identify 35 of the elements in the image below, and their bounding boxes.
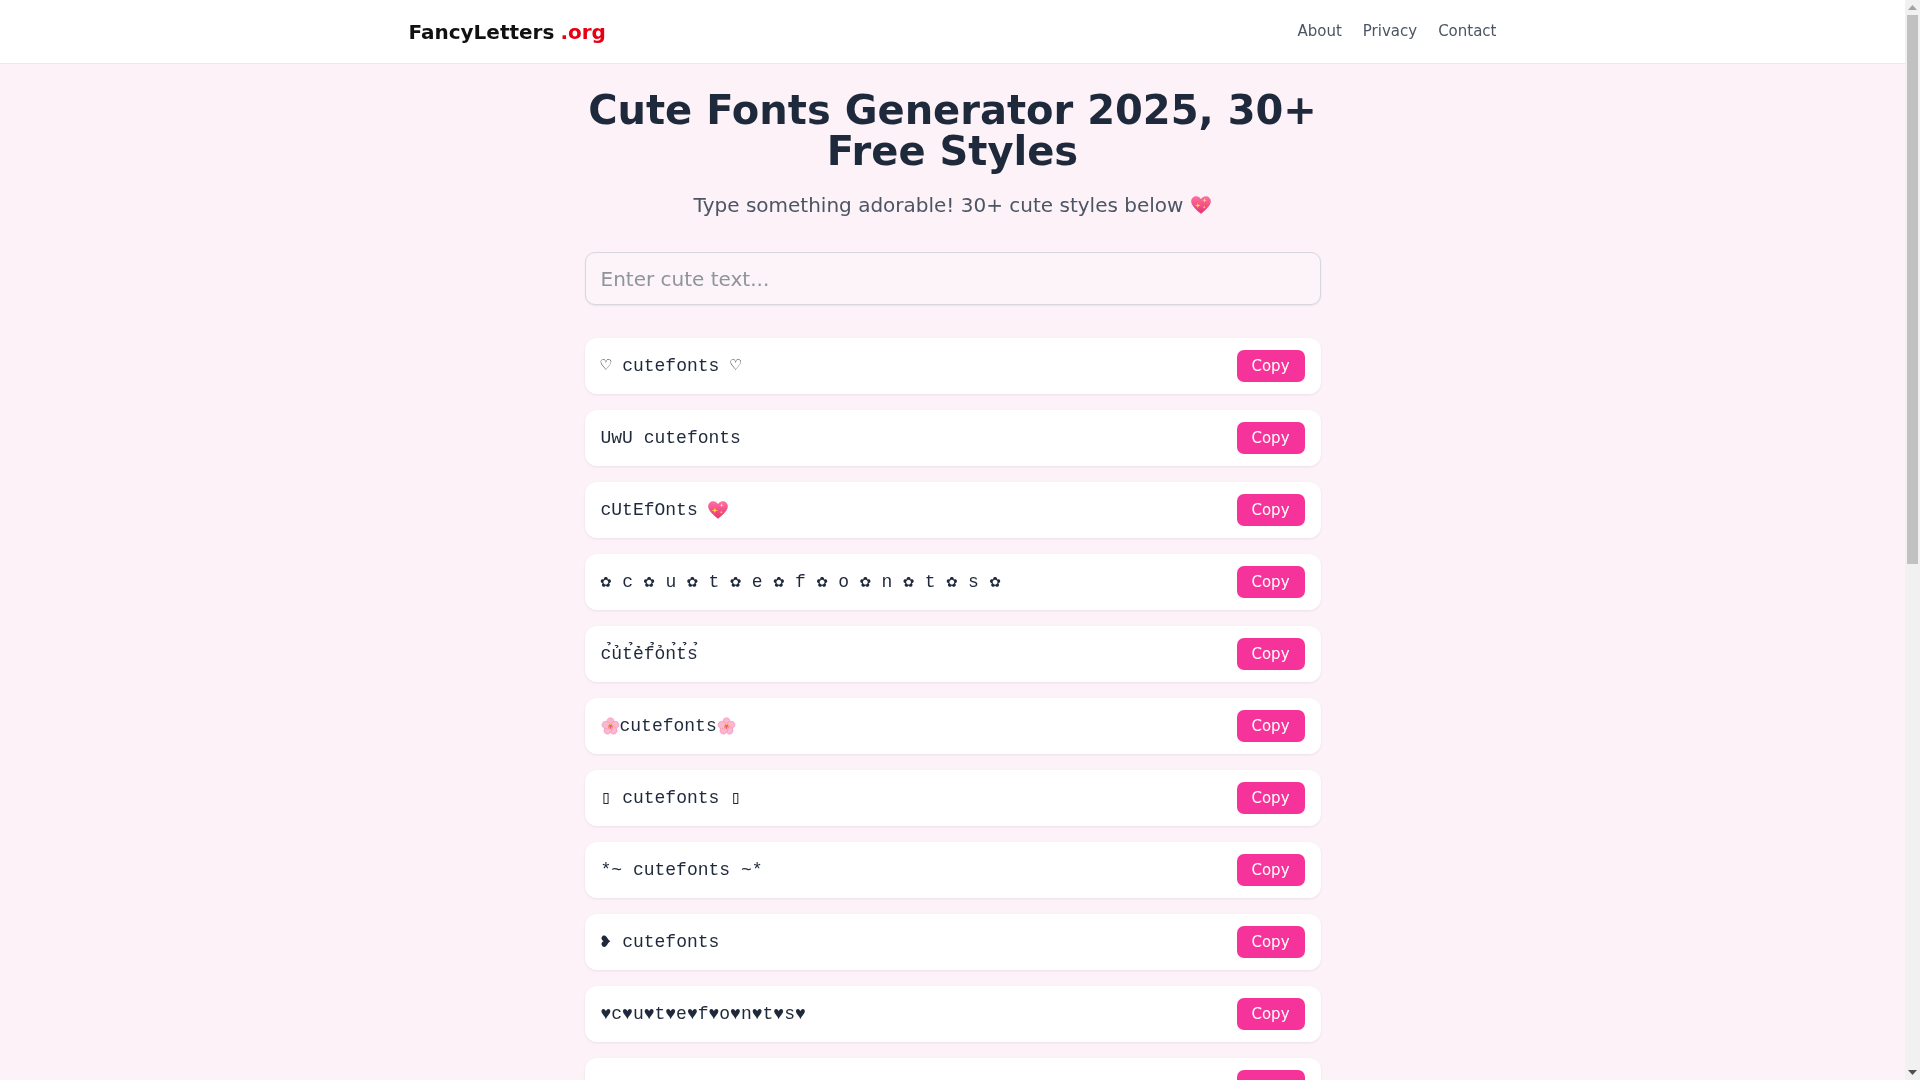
cherry-blossom-icon	[600, 716, 620, 736]
copy-button[interactable]: Copy	[1236, 710, 1305, 742]
copy-button[interactable]: Copy	[1236, 350, 1305, 382]
copy-button[interactable]: Copy	[1236, 998, 1305, 1030]
style-preview-text: ♥c♥u♥t♥e♥f♥o♥n♥t♥s♥	[600, 1002, 806, 1026]
style-preview-text: ❥ cutefonts	[600, 930, 720, 954]
copy-button[interactable]: Copy	[1236, 638, 1305, 670]
style-preview-text: ♡ cutefonts ♡	[600, 354, 741, 378]
scroll-down-icon[interactable]	[1908, 1070, 1917, 1075]
style-preview-text: *~ cutefonts ~*	[600, 858, 763, 882]
scroll-up-icon[interactable]	[1908, 5, 1917, 10]
style-preview-text: UwU cutefonts	[600, 426, 741, 450]
site-logo-link[interactable]: FancyLetters .org	[408, 16, 606, 47]
style-preview-text: ▯ cutefonts ▯	[600, 786, 741, 810]
scrollbar[interactable]	[1905, 0, 1920, 1080]
text-input-field[interactable]: Enter cute text...	[584, 252, 1321, 305]
copy-button[interactable]: Copy	[1236, 494, 1305, 526]
sparkling-heart-icon	[707, 500, 728, 520]
copy-button[interactable]: Copy	[1236, 854, 1305, 886]
page-title: Cute Fonts Generator 2025, 30+ Free Styles	[587, 90, 1318, 172]
copy-button[interactable]: Copy	[1236, 566, 1305, 598]
sparkling-heart-icon	[1191, 195, 1212, 215]
style-preview-text: ✿ c ✿ u ✿ t ✿ e ✿ f ✿ o ✿ n ✿ t ✿ s ✿	[600, 570, 1001, 594]
copy-button[interactable]: Copy	[1236, 422, 1305, 454]
scrollbar-thumb[interactable]	[1907, 15, 1918, 564]
style-preview-text: c̉ủt̉ẻf̉ỏn̉t̉s̉	[600, 641, 698, 666]
nav-link[interactable]: About	[1297, 20, 1342, 43]
copy-button[interactable]: Copy	[1236, 926, 1305, 958]
page-subtitle: Type something adorable! 30+ cute styles below	[693, 192, 1184, 219]
style-preview-text: cUtEfOnts	[600, 498, 698, 522]
nav-link[interactable]: Privacy	[1362, 20, 1418, 43]
nav-link[interactable]: Contact	[1438, 20, 1497, 43]
style-preview-text: cutefonts	[619, 714, 717, 738]
cherry-blossom-icon	[716, 716, 736, 736]
copy-button[interactable]: Copy	[1236, 782, 1305, 814]
